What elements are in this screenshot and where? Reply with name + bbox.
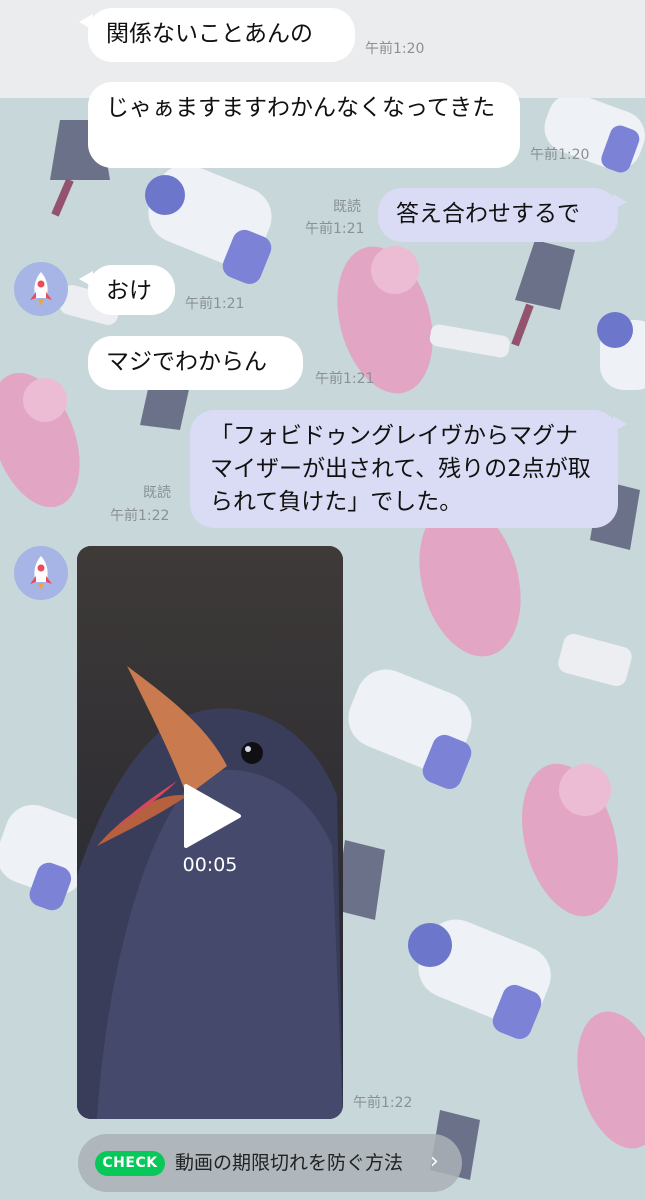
read-receipt-2: 既読 (143, 485, 171, 501)
video-expiry-tip-banner[interactable]: CHECK 動画の期限切れを防ぐ方法 › (78, 1134, 462, 1192)
message-bubble-6[interactable]: 「フォビドゥングレイヴからマグナマイザーが出されて、残りの2点が取られて負けた」… (190, 410, 627, 528)
wallpaper-white-1 (558, 633, 632, 687)
message-bubble-4[interactable]: おけ (79, 265, 175, 315)
wallpaper-pink-4 (522, 763, 618, 917)
wallpaper-rocket-6 (597, 312, 645, 390)
sender-avatar-2[interactable] (14, 546, 68, 600)
message-bubble-1[interactable]: 関係ないことあんの (79, 8, 355, 62)
message-time-5: 午前1:21 (315, 371, 375, 387)
message-bubble-3[interactable]: 答え合わせするで (378, 188, 627, 242)
message-time-3: 午前1:21 (305, 221, 365, 237)
rocket-icon (30, 556, 52, 590)
message-text-6: 「フォビドゥングレイヴからマグナマイザーが出されて、残りの2点が取られて負けた」… (210, 423, 591, 515)
chevron-right-icon: › (430, 1149, 439, 1174)
message-bubble-5[interactable]: マジでわからん (88, 336, 303, 390)
wallpaper-rocket-5 (408, 919, 551, 1039)
wallpaper-rocket-2 (544, 98, 645, 173)
wallpaper-pink-2 (0, 372, 80, 508)
wallpaper-white-3 (429, 324, 510, 358)
message-time-6: 午前1:22 (110, 508, 170, 524)
message-time-1: 午前1:20 (365, 41, 425, 57)
message-text-1: 関係ないことあんの (106, 21, 313, 47)
play-icon (184, 784, 241, 848)
check-banner-text: 動画の期限切れを防ぐ方法 (175, 1152, 404, 1174)
message-time-2: 午前1:20 (530, 147, 590, 163)
video-duration: 00:05 (182, 854, 238, 876)
video-time: 午前1:22 (353, 1095, 413, 1111)
video-message[interactable] (77, 546, 343, 1119)
message-text-3: 答え合わせするで (396, 201, 580, 227)
message-text-5: マジでわからん (106, 349, 267, 375)
message-text-2: じゃぁますますわかんなくなってきた (106, 95, 496, 121)
rocket-icon (30, 272, 52, 306)
message-bubble-2[interactable]: じゃぁますますわかんなくなってきた (88, 82, 520, 168)
sender-avatar-1[interactable] (14, 262, 68, 316)
message-text-4: おけ (106, 278, 152, 304)
wallpaper-pink-5 (577, 1011, 645, 1149)
wallpaper-girl-2 (511, 240, 575, 347)
read-receipt-1: 既読 (333, 199, 361, 215)
wallpaper-rocket-3 (348, 669, 472, 789)
message-time-4: 午前1:21 (185, 296, 245, 312)
play-overlay[interactable] (77, 546, 343, 1119)
check-badge: CHECK (95, 1151, 165, 1176)
